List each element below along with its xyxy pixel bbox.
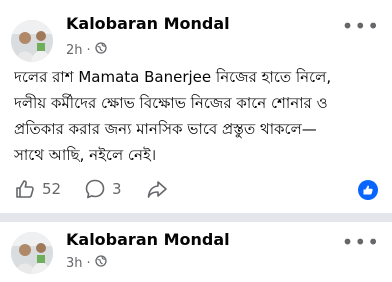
thumbs-up-icon — [14, 178, 36, 200]
post-time[interactable]: 3h — [66, 256, 83, 271]
post-card: Kalobaran Mondal 2h · ••• দলের রাশ Mamat… — [0, 0, 392, 213]
comment-count: 3 — [112, 180, 122, 198]
post-text-line: দলীয় কর্মীদের ক্ষোভ বিক্ষোভ নিজের কানে … — [14, 94, 328, 112]
more-icon[interactable]: ••• — [342, 230, 380, 254]
post-time[interactable]: 2h — [66, 43, 83, 58]
comment-button[interactable]: 3 — [84, 178, 122, 200]
post-text-line: সাথে আছি, নইলে নেই। — [14, 146, 157, 164]
avatar[interactable] — [11, 232, 53, 274]
action-bar: 52 3 — [0, 178, 392, 204]
share-button[interactable] — [146, 178, 168, 200]
comment-icon — [84, 178, 106, 200]
post-meta: 3h · — [66, 255, 107, 271]
more-icon[interactable]: ••• — [342, 14, 380, 38]
post-text: দলের রাশ Mamata Banerjee নিজের হাতে নিলে… — [14, 64, 384, 168]
globe-icon — [95, 255, 107, 271]
post-text-line: প্রতিকার করার জন্য মানসিক ভাবে প্রস্তুত … — [14, 120, 317, 138]
post-text-line: দলের রাশ Mamata Banerjee নিজের হাতে নিলে… — [14, 68, 332, 86]
like-button[interactable]: 52 — [14, 178, 61, 200]
post-meta: 2h · — [66, 42, 107, 58]
author-name[interactable]: Kalobaran Mondal — [66, 230, 230, 249]
avatar[interactable] — [11, 20, 53, 62]
post-card: Kalobaran Mondal 3h · ••• — [0, 222, 392, 282]
like-count: 52 — [42, 180, 62, 198]
share-icon — [146, 178, 168, 200]
author-name[interactable]: Kalobaran Mondal — [66, 14, 230, 33]
like-badge-icon[interactable] — [358, 180, 378, 200]
globe-icon — [95, 42, 107, 58]
